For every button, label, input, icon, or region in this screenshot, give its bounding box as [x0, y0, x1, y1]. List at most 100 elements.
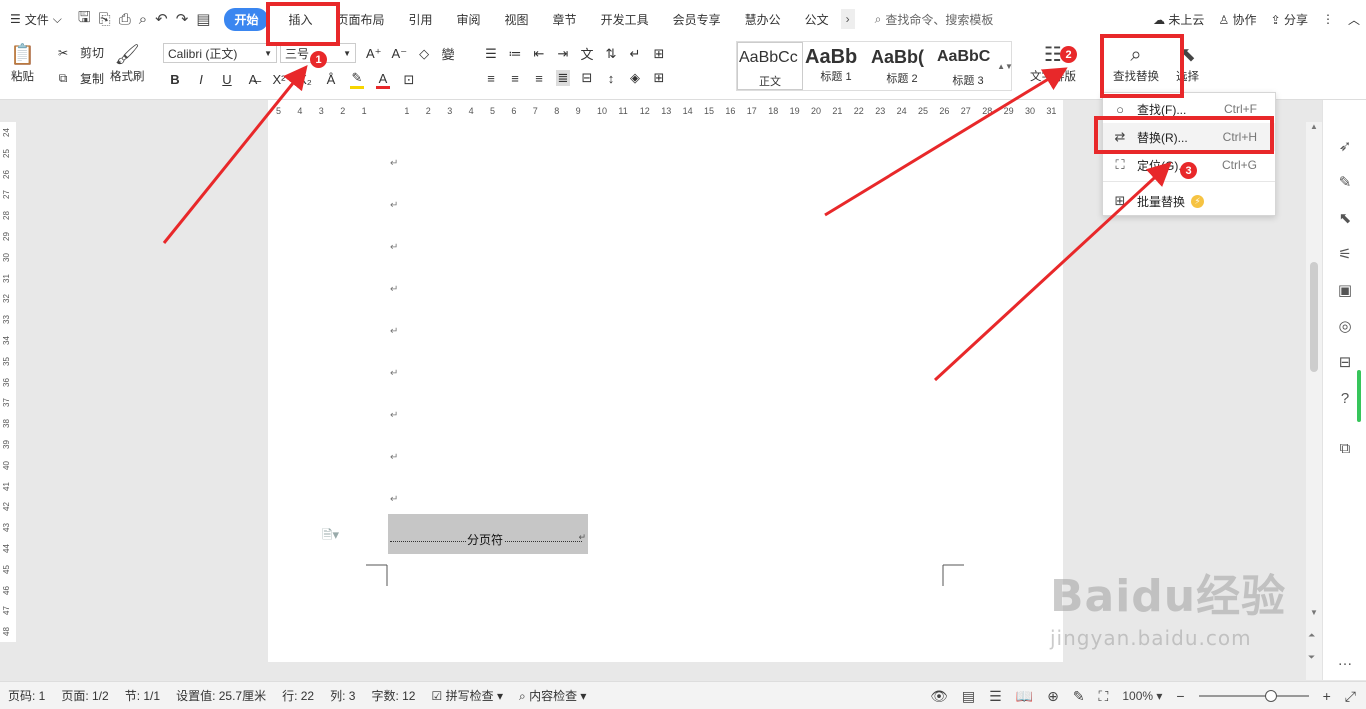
spell-check-button[interactable]: ☑ 拼写检查 ▾: [424, 687, 511, 704]
scroll-thumb[interactable]: [1310, 262, 1318, 372]
file-menu[interactable]: ☰ 文件 ⌵: [0, 11, 72, 28]
copy-button[interactable]: ⧉ 复制: [56, 70, 104, 87]
increase-indent-icon[interactable]: ⇥: [556, 46, 570, 62]
page-view-icon[interactable]: ▤: [962, 688, 975, 705]
reading-view-icon[interactable]: 📖: [1016, 688, 1033, 705]
tab-view[interactable]: 视图: [493, 11, 541, 28]
chinese-layout-icon[interactable]: 文: [580, 44, 594, 63]
italic-icon[interactable]: I: [194, 72, 208, 87]
shading-icon[interactable]: ◈: [628, 70, 642, 86]
book-icon[interactable]: ⊟: [1335, 352, 1355, 372]
grow-font-icon[interactable]: A⁺: [366, 46, 382, 62]
show-marks-icon[interactable]: ↵: [628, 46, 642, 62]
scroll-up-icon[interactable]: ▲: [1310, 122, 1318, 131]
fit-page-icon[interactable]: ⛶: [1099, 688, 1109, 705]
share-button[interactable]: ⇪ 分享: [1271, 11, 1308, 28]
numbered-list-icon[interactable]: ≔: [508, 46, 522, 62]
zoom-out-icon[interactable]: −: [1176, 688, 1184, 704]
eye-icon[interactable]: 👁: [930, 688, 948, 705]
sort-icon[interactable]: ⇅: [604, 46, 618, 62]
font-name-select[interactable]: Calibri (正文) ▼: [163, 43, 277, 63]
justify-icon[interactable]: ≣: [556, 70, 570, 86]
pen-icon[interactable]: ✎: [1335, 172, 1355, 192]
write-mode-icon[interactable]: ✎: [1073, 688, 1085, 705]
content-check-button[interactable]: ⌕ 内容检查 ▾: [511, 687, 594, 704]
tab-references[interactable]: 引用: [397, 11, 445, 28]
phonetic-icon[interactable]: 變: [441, 44, 455, 63]
cloud-status[interactable]: ☁ 未上云: [1153, 11, 1204, 28]
tab-review[interactable]: 审阅: [445, 11, 493, 28]
superscript-icon[interactable]: X²: [272, 72, 286, 87]
fullscreen-icon[interactable]: ⤢: [1345, 688, 1356, 705]
vertical-ruler[interactable]: 24 25 26 27 28 29 30 31 32 33 34 35 36 37 38 39 40 41 42 43…: [0, 122, 16, 642]
collaborate-button[interactable]: ♙ 协作: [1218, 11, 1256, 28]
menu-item-batch-replace[interactable]: ⊞ 批量替换 ⚡: [1103, 187, 1275, 215]
status-pages[interactable]: 页面: 1/2: [53, 687, 116, 704]
pointer-icon[interactable]: ⬉: [1335, 208, 1355, 228]
align-right-icon[interactable]: ≡: [532, 71, 546, 86]
style-heading-1[interactable]: AaBb 标题 1: [803, 42, 869, 90]
compass-icon[interactable]: ◎: [1335, 316, 1355, 336]
tab-developer[interactable]: 开发工具: [589, 11, 661, 28]
image-tool-icon[interactable]: ▣: [1335, 280, 1355, 300]
save-icon[interactable]: 🖫: [78, 7, 91, 32]
tab-member[interactable]: 会员专享: [661, 11, 733, 28]
undo-icon[interactable]: ↶: [155, 10, 168, 28]
borders-icon[interactable]: ⊞: [652, 70, 666, 86]
print-preview-icon[interactable]: ⌕: [139, 11, 147, 28]
decrease-indent-icon[interactable]: ⇤: [532, 46, 546, 62]
backup-icon[interactable]: ⧉: [1335, 438, 1355, 458]
status-word-count[interactable]: 字数: 12: [363, 687, 423, 704]
subscript-icon[interactable]: X₂: [298, 72, 312, 87]
line-spacing-icon[interactable]: ↕: [604, 71, 618, 86]
status-page-number[interactable]: 页码: 1: [0, 687, 53, 704]
clear-format-icon[interactable]: ◇: [417, 46, 431, 62]
bullet-list-icon[interactable]: ☰: [484, 46, 498, 62]
scroll-down-icon[interactable]: ▼: [1310, 608, 1318, 617]
rocket-icon[interactable]: ➶: [1335, 136, 1355, 156]
vertical-scrollbar[interactable]: ▲ ▼ ⏶ ⏷: [1306, 122, 1322, 680]
strikethrough-icon[interactable]: A̶: [246, 72, 260, 87]
underline-icon[interactable]: U: [220, 72, 234, 87]
prev-page-icon[interactable]: ⏶: [1308, 630, 1315, 641]
web-view-icon[interactable]: ⊕: [1047, 688, 1059, 705]
sliders-icon[interactable]: ⚟: [1335, 244, 1355, 264]
doc-options-icon[interactable]: 🗎▾: [322, 526, 339, 548]
more-icon[interactable]: …: [1335, 650, 1355, 670]
clipboard-icon[interactable]: ▤: [196, 10, 210, 28]
paste-button[interactable]: 📋 粘贴: [10, 42, 35, 84]
font-color-icon[interactable]: A: [376, 71, 390, 89]
tabs-more-icon[interactable]: ›: [840, 9, 855, 29]
zoom-level[interactable]: 100% ▾: [1122, 689, 1162, 703]
shrink-font-icon[interactable]: A⁻: [392, 46, 408, 62]
outline-view-icon[interactable]: ☰: [989, 688, 1002, 705]
status-section[interactable]: 节: 1/1: [117, 687, 168, 704]
align-left-icon[interactable]: ≡: [484, 71, 498, 86]
export-pdf-icon[interactable]: ⎘: [99, 11, 111, 28]
document-page[interactable]: ↵ ↵ ↵ ↵ ↵ ↵ ↵ ↵ ↵ 🗎▾ 分页符 ↵: [268, 122, 1063, 662]
tab-smart-office[interactable]: 慧办公: [733, 11, 793, 28]
horizontal-ruler[interactable]: 5 4 3 2 1 1 2 3 4 5 6 7 8 9 10 11 12 13 14 15 16 17 18 19 20 21 22…: [268, 100, 1063, 122]
style-normal[interactable]: AaBbCc 正文: [737, 42, 803, 90]
zoom-slider-knob[interactable]: [1264, 690, 1277, 702]
align-center-icon[interactable]: ≡: [508, 71, 522, 86]
help-icon[interactable]: ?: [1335, 388, 1355, 408]
highlight-icon[interactable]: ✎: [350, 70, 364, 89]
tab-home[interactable]: 开始: [224, 7, 269, 31]
more-options-icon[interactable]: ⋮: [1322, 12, 1334, 26]
zoom-slider[interactable]: [1198, 690, 1309, 702]
command-search[interactable]: ⌕ 查找命令、搜索模板: [875, 11, 994, 28]
status-line[interactable]: 行: 22: [274, 687, 322, 704]
table-icon[interactable]: ⊞: [652, 46, 666, 62]
style-heading-2[interactable]: AaBb( 标题 2: [869, 42, 935, 90]
zoom-in-icon[interactable]: +: [1323, 688, 1331, 704]
print-icon[interactable]: ⎙: [119, 11, 131, 28]
next-page-icon[interactable]: ⏷: [1308, 652, 1315, 663]
tab-official-doc[interactable]: 公文: [793, 11, 841, 28]
status-setting[interactable]: 设置值: 25.7厘米: [168, 687, 274, 704]
style-heading-3[interactable]: AaBbC 标题 3: [935, 42, 1001, 90]
styles-scroll-icon[interactable]: ▲▼: [997, 42, 1013, 90]
bold-icon[interactable]: B: [168, 72, 182, 87]
distribute-icon[interactable]: ⊟: [580, 70, 594, 86]
char-border-icon[interactable]: ⊡: [402, 72, 416, 88]
